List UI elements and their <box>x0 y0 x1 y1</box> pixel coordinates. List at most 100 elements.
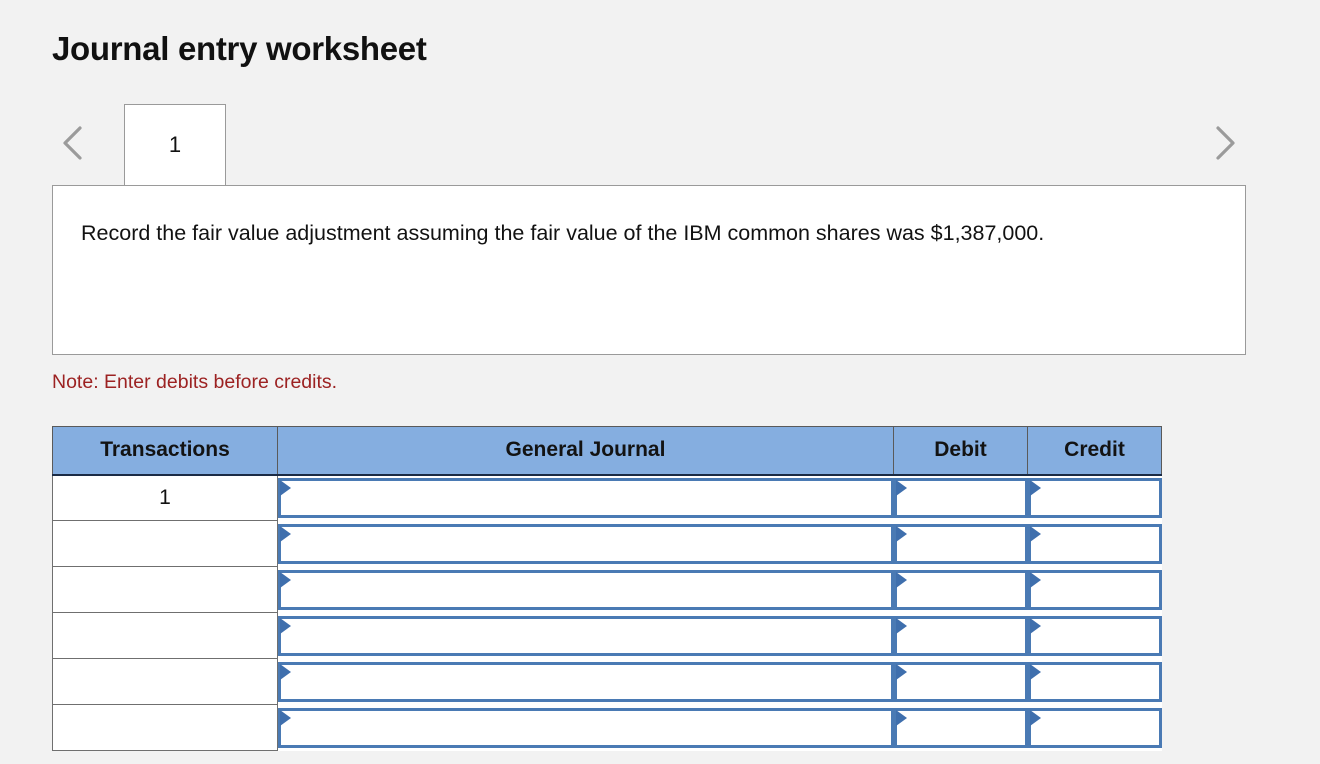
table-header-row: Transactions General Journal Debit Credi… <box>52 426 1162 476</box>
credit-value <box>1031 619 1159 627</box>
dropdown-marker-icon <box>280 617 291 634</box>
account-dropdown-value <box>281 481 891 489</box>
next-entry-button[interactable] <box>1204 112 1246 174</box>
requirement-text: Record the fair value adjustment assumin… <box>81 221 1045 245</box>
general-journal-cell <box>277 704 894 751</box>
table-row <box>52 704 1162 751</box>
account-dropdown-value <box>281 619 891 627</box>
debit-input[interactable] <box>893 661 1028 702</box>
debit-cell <box>893 520 1028 567</box>
credit-value <box>1031 573 1159 581</box>
credit-cell <box>1027 704 1162 751</box>
debit-cell <box>893 658 1028 705</box>
general-journal-cell <box>277 612 894 659</box>
debit-value <box>897 619 1025 627</box>
requirement-panel: Record the fair value adjustment assumin… <box>52 185 1246 355</box>
general-journal-cell <box>277 658 894 705</box>
account-dropdown[interactable] <box>278 569 894 610</box>
account-dropdown[interactable] <box>278 661 894 702</box>
credit-value <box>1031 527 1159 535</box>
transaction-number-cell: 1 <box>52 474 278 521</box>
debit-input[interactable] <box>893 478 1028 518</box>
debit-value <box>897 573 1025 581</box>
credit-value <box>1031 711 1159 719</box>
column-header-transactions: Transactions <box>52 426 278 476</box>
journal-entry-table: Transactions General Journal Debit Credi… <box>52 426 1162 751</box>
credit-cell <box>1027 658 1162 705</box>
tab-strip: 1 <box>52 104 1246 186</box>
debit-input[interactable] <box>893 569 1028 610</box>
dropdown-marker-icon <box>1029 663 1041 680</box>
transaction-number-cell <box>52 658 278 705</box>
prev-entry-button[interactable] <box>52 112 94 174</box>
credit-cell <box>1027 520 1162 567</box>
table-body: 1 <box>52 474 1162 751</box>
credit-cell <box>1027 474 1162 521</box>
dropdown-marker-icon <box>895 525 907 542</box>
credit-value <box>1031 665 1159 673</box>
column-header-credit: Credit <box>1027 426 1162 476</box>
debit-value <box>897 481 1025 489</box>
debit-cell <box>893 566 1028 613</box>
account-dropdown[interactable] <box>278 615 894 656</box>
column-header-general-journal: General Journal <box>277 426 894 476</box>
dropdown-marker-icon <box>1029 617 1041 634</box>
dropdown-marker-icon <box>280 525 291 542</box>
credit-cell <box>1027 566 1162 613</box>
dropdown-marker-icon <box>1029 480 1041 496</box>
dropdown-marker-icon <box>1029 571 1041 588</box>
dropdown-marker-icon <box>280 709 291 726</box>
page-title: Journal entry worksheet <box>52 30 427 67</box>
table-row <box>52 520 1162 567</box>
dropdown-marker-icon <box>895 571 907 588</box>
credit-input[interactable] <box>1027 569 1162 610</box>
credit-input[interactable] <box>1027 478 1162 518</box>
chevron-left-icon <box>60 124 86 162</box>
account-dropdown-value <box>281 573 891 581</box>
column-header-debit: Debit <box>893 426 1028 476</box>
transaction-number-cell <box>52 704 278 751</box>
credit-input[interactable] <box>1027 661 1162 702</box>
general-journal-cell <box>277 520 894 567</box>
dropdown-marker-icon <box>280 480 291 496</box>
account-dropdown[interactable] <box>278 523 894 564</box>
credit-input[interactable] <box>1027 615 1162 656</box>
transaction-number-cell <box>52 566 278 613</box>
transaction-number-cell <box>52 612 278 659</box>
credit-cell <box>1027 612 1162 659</box>
dropdown-marker-icon <box>895 617 907 634</box>
dropdown-marker-icon <box>1029 709 1041 726</box>
account-dropdown-value <box>281 527 891 535</box>
debits-before-credits-note: Note: Enter debits before credits. <box>52 371 338 393</box>
table-row <box>52 658 1162 705</box>
credit-input[interactable] <box>1027 707 1162 748</box>
account-dropdown[interactable] <box>278 707 894 748</box>
dropdown-marker-icon <box>895 480 907 496</box>
table-row: 1 <box>52 474 1162 521</box>
tab-label: 1 <box>168 132 182 157</box>
tab-entry-1[interactable]: 1 <box>124 104 226 185</box>
dropdown-marker-icon <box>895 663 907 680</box>
debit-cell <box>893 474 1028 521</box>
journal-entry-worksheet-page: Journal entry worksheet 1 Record the fai… <box>0 0 1320 764</box>
debit-value <box>897 527 1025 535</box>
credit-input[interactable] <box>1027 523 1162 564</box>
account-dropdown-value <box>281 665 891 673</box>
debit-value <box>897 665 1025 673</box>
debit-cell <box>893 612 1028 659</box>
transaction-number-cell <box>52 520 278 567</box>
debit-input[interactable] <box>893 523 1028 564</box>
table-row <box>52 612 1162 659</box>
dropdown-marker-icon <box>280 571 291 588</box>
dropdown-marker-icon <box>280 663 291 680</box>
dropdown-marker-icon <box>895 709 907 726</box>
chevron-right-icon <box>1212 124 1238 162</box>
debit-input[interactable] <box>893 707 1028 748</box>
table-row <box>52 566 1162 613</box>
dropdown-marker-icon <box>1029 525 1041 542</box>
general-journal-cell <box>277 474 894 521</box>
debit-input[interactable] <box>893 615 1028 656</box>
account-dropdown[interactable] <box>278 478 894 518</box>
general-journal-cell <box>277 566 894 613</box>
debit-cell <box>893 704 1028 751</box>
